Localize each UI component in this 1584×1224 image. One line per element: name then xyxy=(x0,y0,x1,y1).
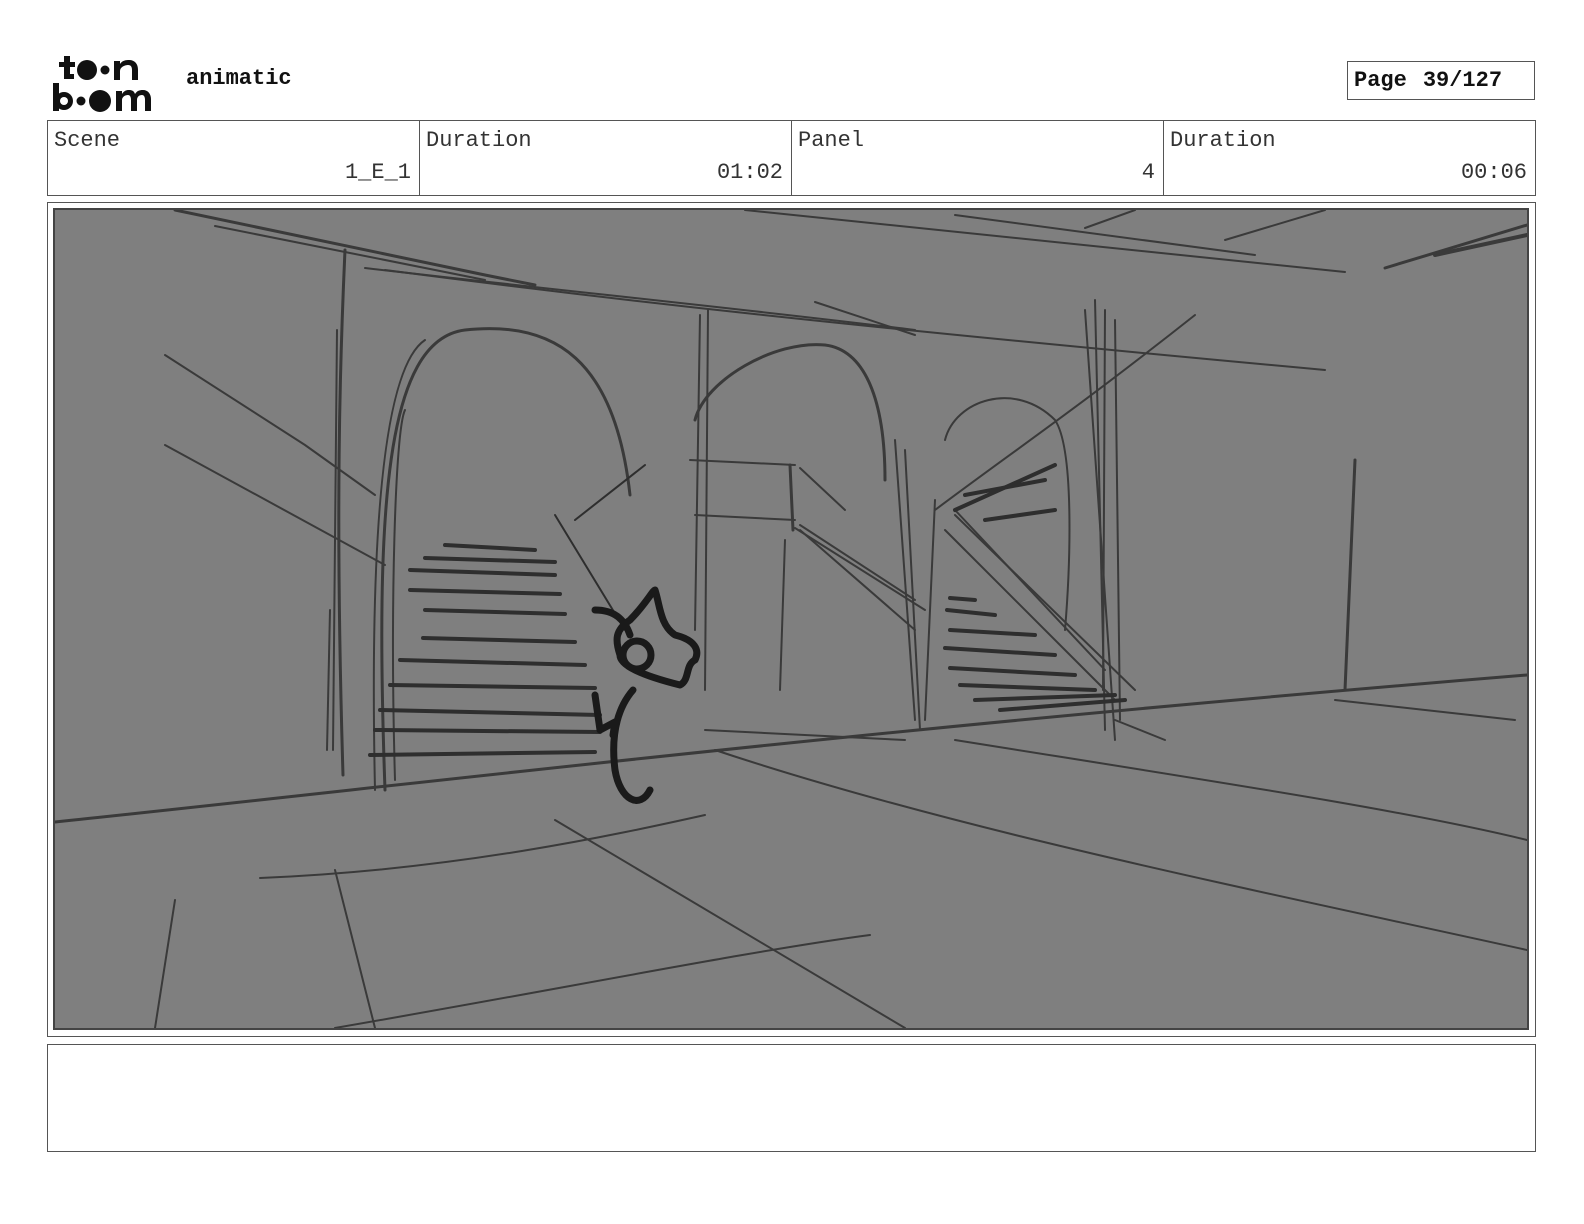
scene-duration-value: 01:02 xyxy=(716,160,783,185)
page-indicator: Page 39/127 xyxy=(1347,61,1535,100)
scene-duration-label: Duration xyxy=(426,128,532,153)
panel-info-table: Scene 1_E_1 Duration 01:02 Panel 4 Durat… xyxy=(47,120,1536,196)
flower-character xyxy=(591,586,701,804)
panel-duration-cell: Duration 00:06 xyxy=(1164,121,1535,195)
scene-duration-cell: Duration 01:02 xyxy=(420,121,792,195)
staircase-strokes xyxy=(368,463,1127,757)
toon-boom-logo xyxy=(50,50,165,114)
scene-cell: Scene 1_E_1 xyxy=(48,121,420,195)
sketch-drawing xyxy=(55,210,1527,1028)
page-label: Page xyxy=(1354,68,1407,93)
panel-duration-label: Duration xyxy=(1170,128,1276,153)
background-lines xyxy=(55,210,1527,1028)
panel-duration-value: 00:06 xyxy=(1460,160,1527,185)
panel-notes-box xyxy=(47,1044,1536,1152)
project-title: animatic xyxy=(186,66,292,91)
storyboard-sketch xyxy=(53,208,1529,1030)
panel-value: 4 xyxy=(1141,160,1155,185)
storyboard-panel-frame xyxy=(47,202,1536,1037)
scene-label: Scene xyxy=(54,128,121,153)
panel-cell: Panel 4 xyxy=(792,121,1164,195)
scene-value: 1_E_1 xyxy=(344,160,411,185)
toon-boom-logo-mark xyxy=(53,56,151,112)
panel-label: Panel xyxy=(798,128,865,153)
page-number: 39/127 xyxy=(1422,68,1503,93)
